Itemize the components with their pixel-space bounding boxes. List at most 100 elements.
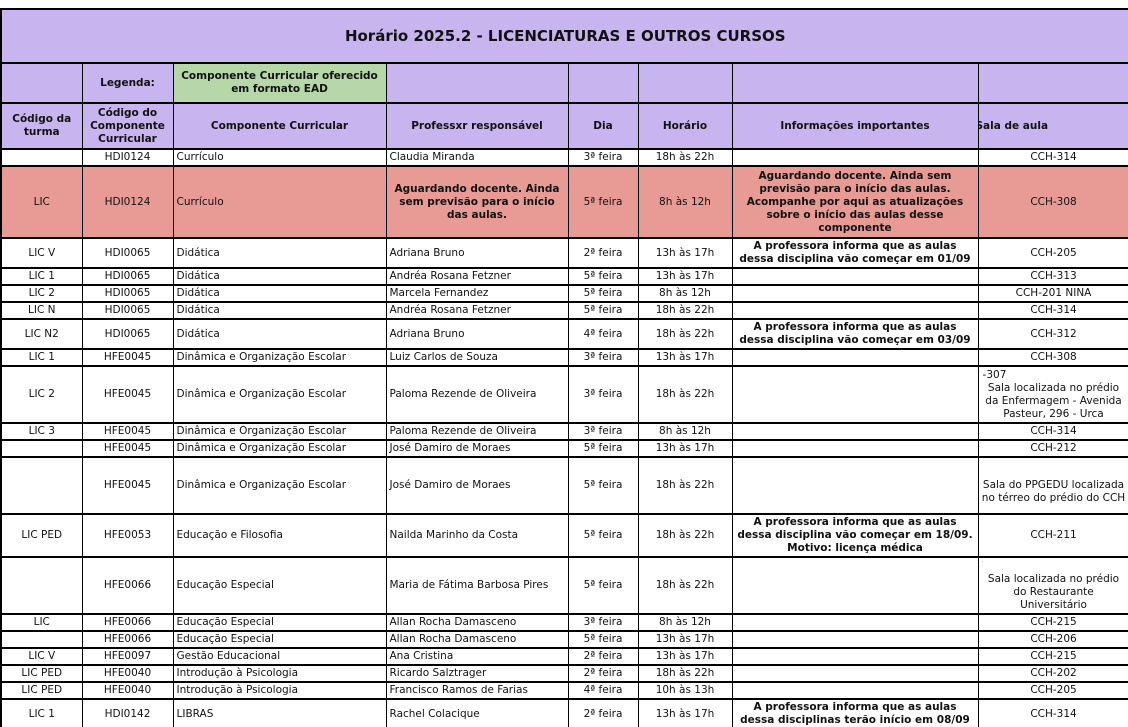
- cell-sala: CCH-212: [978, 440, 1128, 457]
- cell-componente: Didática: [173, 302, 386, 319]
- cell-horario: 18h às 22h: [638, 366, 732, 423]
- cell-dia: 5ª feira: [568, 514, 638, 557]
- cell-professor: Paloma Rezende de Oliveira: [386, 366, 568, 423]
- cell-professor: Ana Cristina: [386, 648, 568, 665]
- cell-info: [732, 682, 978, 699]
- cell-turma: LIC PED: [1, 514, 82, 557]
- cell-componente: Didática: [173, 238, 386, 268]
- table-row: LIC PEDHFE0040Introdução à PsicologiaRic…: [1, 665, 1128, 682]
- cell-codigo: HDI0124: [82, 166, 173, 238]
- cell-turma: [1, 440, 82, 457]
- cell-dia: 3ª feira: [568, 614, 638, 631]
- cell-turma: LIC V: [1, 238, 82, 268]
- cell-horario: 18h às 22h: [638, 557, 732, 614]
- legend-empty-cell: [978, 63, 1128, 103]
- cell-info: A professora informa que as aulas dessa …: [732, 238, 978, 268]
- cell-codigo: HFE0045: [82, 457, 173, 514]
- cell-turma: LIC 2: [1, 366, 82, 423]
- cell-horario: 13h às 17h: [638, 631, 732, 648]
- cell-componente: Currículo: [173, 149, 386, 166]
- cell-info: A professora informa que as aulas dessa …: [732, 319, 978, 349]
- cell-dia: 5ª feira: [568, 166, 638, 238]
- cell-dia: 2ª feira: [568, 238, 638, 268]
- cell-componente: Didática: [173, 268, 386, 285]
- cell-dia: 5ª feira: [568, 557, 638, 614]
- cell-info: A professora informa que as aulas dessa …: [732, 699, 978, 727]
- cell-professor: Claudia Miranda: [386, 149, 568, 166]
- cell-horario: 18h às 22h: [638, 319, 732, 349]
- cell-turma: LIC 1: [1, 268, 82, 285]
- cell-codigo: HFE0045: [82, 423, 173, 440]
- cell-turma: LIC: [1, 614, 82, 631]
- table-row: LICHFE0066Educação EspecialAllan Rocha D…: [1, 614, 1128, 631]
- cell-componente: Educação e Filosofia: [173, 514, 386, 557]
- cell-horario: 8h às 12h: [638, 423, 732, 440]
- table-row: LIC 1HDI0065DidáticaAndréa Rosana Fetzne…: [1, 268, 1128, 285]
- cell-professor: Rachel Colacique: [386, 699, 568, 727]
- cell-horario: 13h às 17h: [638, 648, 732, 665]
- table-row: LIC NHDI0065DidáticaAndréa Rosana Fetzne…: [1, 302, 1128, 319]
- cell-info: [732, 285, 978, 302]
- cell-codigo: HFE0045: [82, 440, 173, 457]
- cell-turma: LIC V: [1, 648, 82, 665]
- table-row: LIC VHDI0065DidáticaAdriana Bruno2ª feir…: [1, 238, 1128, 268]
- cell-sala: CCH-314: [978, 699, 1128, 727]
- cell-componente: Educação Especial: [173, 631, 386, 648]
- col-header-professor: Professxr responsável: [386, 103, 568, 149]
- cell-horario: 13h às 17h: [638, 238, 732, 268]
- table-row: HFE0066Educação EspecialMaria de Fátima …: [1, 557, 1128, 614]
- col-header-informacoes: Informações importantes: [732, 103, 978, 149]
- cell-info: [732, 440, 978, 457]
- cell-codigo: HDI0065: [82, 238, 173, 268]
- legend-row: Legenda: Componente Curricular oferecido…: [1, 63, 1128, 103]
- cell-componente: Introdução à Psicologia: [173, 682, 386, 699]
- cell-componente: Gestão Educacional: [173, 648, 386, 665]
- cell-codigo: HFE0045: [82, 366, 173, 423]
- cell-dia: 5ª feira: [568, 457, 638, 514]
- cell-sala: CCH-308: [978, 349, 1128, 366]
- cell-horario: 18h às 22h: [638, 149, 732, 166]
- cell-turma: LIC 3: [1, 423, 82, 440]
- table-row: LIC 1HFE0045Dinâmica e Organização Escol…: [1, 349, 1128, 366]
- cell-info: A professora informa que as aulas dessa …: [732, 514, 978, 557]
- table-row: HFE0066Educação EspecialAllan Rocha Dama…: [1, 631, 1128, 648]
- cell-turma: [1, 557, 82, 614]
- cell-codigo: HFE0045: [82, 349, 173, 366]
- cell-componente: Currículo: [173, 166, 386, 238]
- cell-dia: 5ª feira: [568, 285, 638, 302]
- cell-dia: 2ª feira: [568, 648, 638, 665]
- cell-turma: [1, 631, 82, 648]
- cell-info: [732, 268, 978, 285]
- cell-horario: 13h às 17h: [638, 349, 732, 366]
- cell-sala: CCH-215: [978, 614, 1128, 631]
- cell-componente: LIBRAS: [173, 699, 386, 727]
- cell-info: [732, 349, 978, 366]
- cell-codigo: HFE0053: [82, 514, 173, 557]
- cell-sala: CCH-308: [978, 166, 1128, 238]
- table-row: LIC 2HDI0065DidáticaMarcela Fernandez5ª …: [1, 285, 1128, 302]
- cell-professor: Ricardo Salztrager: [386, 665, 568, 682]
- cell-componente: Dinâmica e Organização Escolar: [173, 440, 386, 457]
- cell-sala: CCH-205: [978, 682, 1128, 699]
- cell-professor: Maria de Fátima Barbosa Pires: [386, 557, 568, 614]
- cell-turma: [1, 457, 82, 514]
- cell-turma: LIC: [1, 166, 82, 238]
- schedule-body: HDI0124CurrículoClaudia Miranda3ª feira1…: [1, 149, 1128, 727]
- cell-horario: 18h às 22h: [638, 665, 732, 682]
- cell-componente: Introdução à Psicologia: [173, 665, 386, 682]
- col-header-horario: Horário: [638, 103, 732, 149]
- cell-turma: LIC N2: [1, 319, 82, 349]
- cell-codigo: HDI0065: [82, 319, 173, 349]
- cell-professor: José Damiro de Moraes: [386, 440, 568, 457]
- cell-info: [732, 614, 978, 631]
- cell-professor: Luiz Carlos de Souza: [386, 349, 568, 366]
- cell-sala: CCH-312: [978, 319, 1128, 349]
- cell-info: [732, 457, 978, 514]
- col-header-turma: Código da turma: [1, 103, 82, 149]
- cell-horario: 13h às 17h: [638, 699, 732, 727]
- schedule-table: Horário 2025.2 - LICENCIATURAS E OUTROS …: [0, 8, 1128, 727]
- table-row: HDI0124CurrículoClaudia Miranda3ª feira1…: [1, 149, 1128, 166]
- cell-codigo: HFE0040: [82, 665, 173, 682]
- cell-horario: 8h às 12h: [638, 285, 732, 302]
- cell-componente: Dinâmica e Organização Escolar: [173, 423, 386, 440]
